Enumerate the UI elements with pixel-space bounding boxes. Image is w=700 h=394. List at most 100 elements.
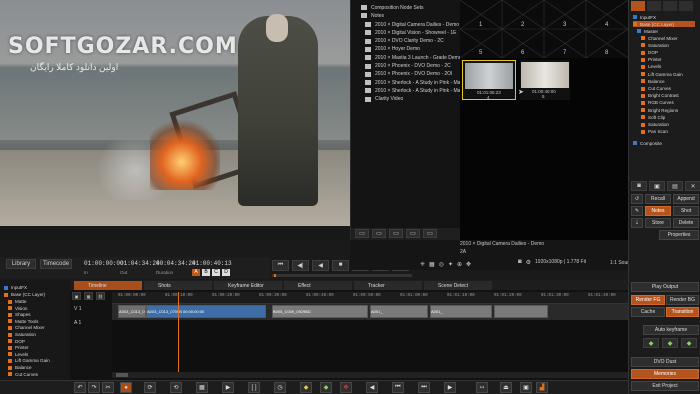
cut-icon[interactable]: ✂ [102,382,114,393]
delete-marker-icon[interactable]: ✥ [340,382,352,393]
node-item[interactable]: RGB Curves [641,100,674,106]
node-item[interactable]: Saturation [641,42,669,48]
scrub-bar[interactable] [272,274,412,277]
grid-icon[interactable]: ▦ [196,382,208,393]
video-viewer[interactable]: SOFTGOZAR.COM اولین دانلود کاملا رایگان [0,0,350,226]
notes-button[interactable]: Notes [645,206,671,216]
prev-mark-icon[interactable]: ⏮ [392,382,404,393]
link-icon[interactable]: ⛓ [96,292,105,300]
tab-tracker[interactable]: Tracker [354,281,422,290]
play-range-icon[interactable]: ▶ [222,382,234,393]
stop-icon[interactable]: ■ [332,259,349,271]
keyframe-icon[interactable]: ◆ [662,338,678,348]
record-icon[interactable]: ● [120,382,132,393]
flag-c[interactable]: C [212,269,220,276]
exit-project-button[interactable]: Exit Project [631,381,699,391]
go-start-icon[interactable]: ⏮ [272,259,289,271]
node-item[interactable]: DOP [641,49,658,55]
flag-a[interactable]: A [192,269,200,276]
time-ruler[interactable]: 01:00:00:0001:00:10:0001:00:20:0001:00:3… [112,292,663,304]
transition-button[interactable]: Transition [666,307,699,317]
shot-button[interactable]: Shot [673,206,699,216]
timeline-clip[interactable]: B005_C009_0929BD [272,305,368,318]
node-item[interactable]: Levels [641,64,661,70]
node-item[interactable]: Saturation [641,121,669,127]
camera-icon[interactable]: ◙ [631,181,647,191]
cache-button[interactable]: Cache [631,307,665,317]
node-item[interactable]: Printer [641,57,662,63]
grid-icon[interactable]: ▦ [429,261,435,268]
image-icon[interactable]: ▣ [649,181,665,191]
camera-icon[interactable]: ◙ [518,259,522,266]
render-bg-button[interactable]: Render BG [666,295,699,305]
trash-icon[interactable]: ▭ [423,229,437,238]
browser-header-notes[interactable]: Notes [361,11,384,20]
node-master[interactable]: Master [637,28,658,34]
timeline-clip[interactable]: A001_ [370,305,428,318]
undo-icon[interactable]: ↶ [74,382,86,393]
layer-item[interactable]: Cut Curves [8,371,38,378]
new-folder-icon[interactable]: ▭ [372,229,386,238]
timeline-clip-selected[interactable]: A003_C013_0709B 00:00:00:00 [146,305,266,318]
node-item[interactable]: Pan Scan [641,129,668,135]
properties-button[interactable]: Properties [659,230,699,240]
store-icon[interactable]: ⇣ [631,218,643,228]
chart-icon[interactable]: ▟ [536,382,548,393]
tab-scene-detect[interactable]: Scene Detect [424,281,492,290]
node-composite[interactable]: Composite [633,140,662,146]
render-fg-button[interactable]: Render FG [631,295,665,305]
tab-timeline[interactable]: Timeline [74,281,142,290]
node-input[interactable]: InputFX [633,14,656,20]
timeline-scrollbar[interactable] [112,372,628,378]
grid-icon[interactable]: ▦ [84,292,93,300]
pan-icon[interactable]: ✥ [466,261,471,268]
node-tab-icon[interactable] [663,1,677,11]
next-icon[interactable]: ▶ [444,382,456,393]
thumbnail[interactable]: 01:00:40:00 5 [520,60,570,100]
node-base[interactable]: Base (CC Layer) [633,21,695,28]
node-item[interactable]: Bright Contrast [641,93,679,99]
node-item[interactable]: Cut Curves [641,85,671,91]
scrollbar-thumb[interactable] [116,373,128,377]
timeline-clip[interactable]: A001_ [430,305,492,318]
step-back-icon[interactable]: ◀| [292,259,309,271]
timeline-clip[interactable]: A003_C013_0709B [118,305,146,318]
dvo-dust-button[interactable]: DVO Dust [631,357,699,367]
target-icon[interactable]: ◎ [439,261,444,268]
keyframe-add-icon[interactable]: ◆ [643,338,659,348]
tab-shots[interactable]: Shots [144,281,212,290]
settings-icon[interactable]: ⚙ [526,259,531,266]
play-reverse-icon[interactable]: ◀ [312,259,329,271]
append-button[interactable]: Append [673,194,699,204]
memory-grid[interactable]: 1 2 3 4 5 6 7 8 [459,0,629,59]
library-button[interactable]: Library [6,259,36,269]
thumbnail-selected[interactable]: 01:01:05:23 4 [462,60,516,100]
film-icon[interactable]: ▤ [667,181,683,191]
next-mark-icon[interactable]: ⏭ [418,382,430,393]
node-item[interactable]: Bright Regions [641,107,678,113]
split-icon[interactable]: ⇿ [476,382,488,393]
marker-icon[interactable]: ◆ [300,382,312,393]
node-item[interactable]: Balance [641,78,665,84]
store-button[interactable]: Store [645,218,671,228]
delete-button[interactable]: Delete [673,218,699,228]
timecode-button[interactable]: Timecode [40,259,72,269]
recall-button[interactable]: Recall [645,194,671,204]
node-item[interactable]: Soft Clip [641,114,665,120]
auto-keyframe-button[interactable]: Auto keyframe [643,325,699,335]
folder-up-icon[interactable]: ▭ [355,229,369,238]
export-icon[interactable]: ▭ [406,229,420,238]
timeline-clip[interactable] [494,305,548,318]
sparkle-icon[interactable]: ✳ [420,261,425,268]
node-tab-icon[interactable] [647,1,661,11]
tab-effect[interactable]: Effect [284,281,352,290]
loop-icon[interactable]: ⟲ [170,382,182,393]
redo-icon[interactable]: ↷ [88,382,100,393]
refresh-icon[interactable]: ⟳ [144,382,156,393]
trash-icon[interactable]: ✕ [685,181,700,191]
keyframe-icon[interactable]: ◆ [320,382,332,393]
eject-icon[interactable]: ⏏ [500,382,512,393]
format-resolution[interactable]: 1920x1080p | 1.778 Fit [535,259,586,266]
notes-icon[interactable]: ✎ [631,206,643,216]
memories-button[interactable]: Memories [631,369,699,379]
